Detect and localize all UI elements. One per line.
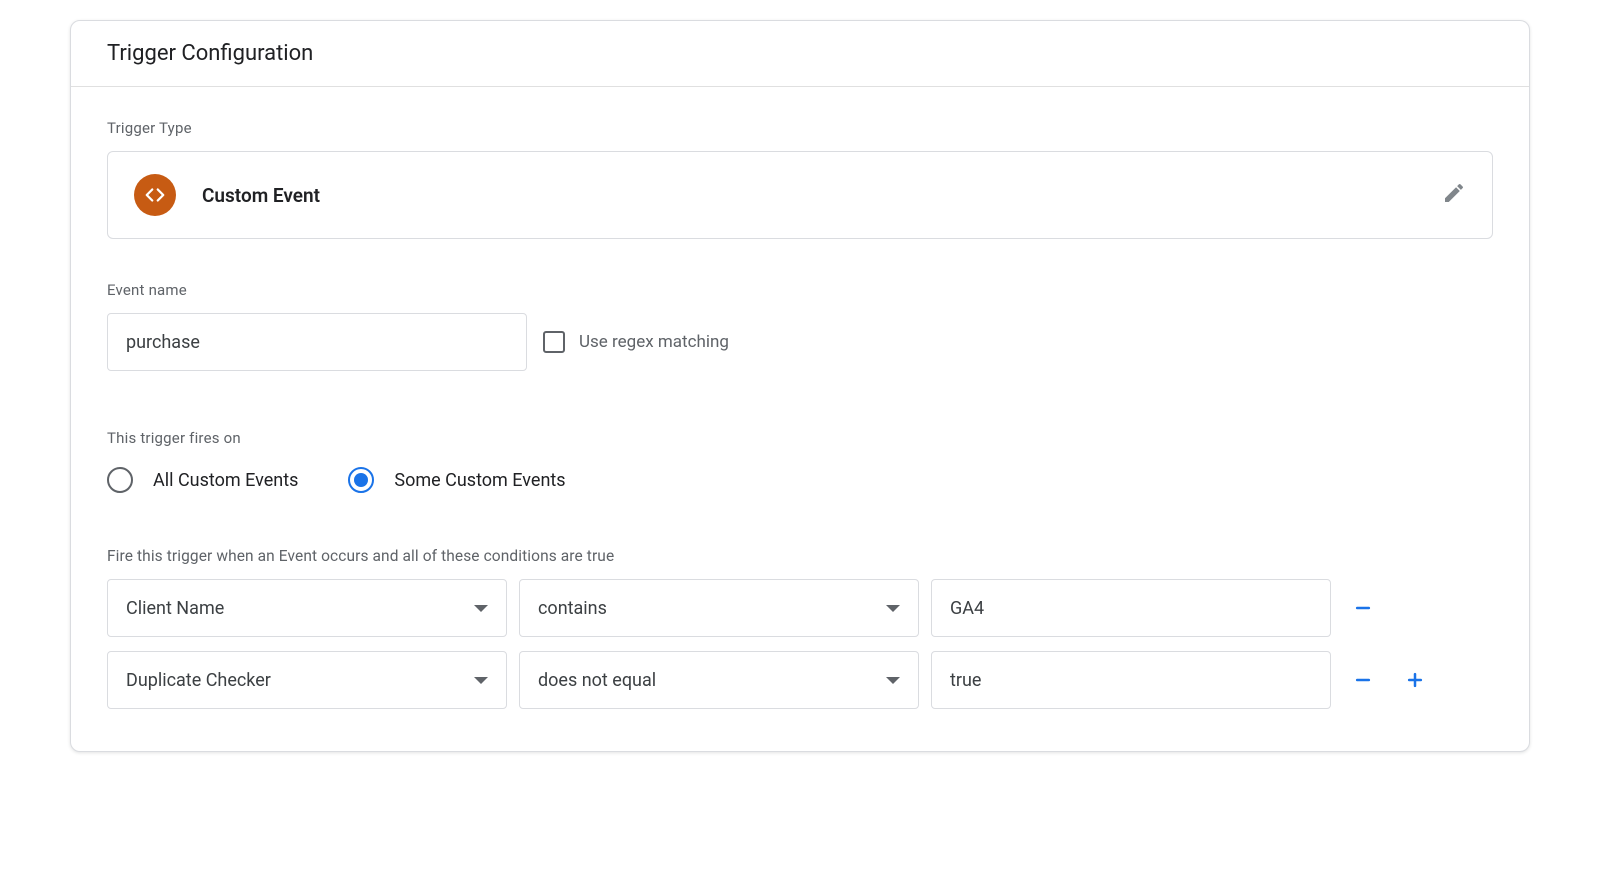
- radio-label: All Custom Events: [153, 470, 298, 491]
- checkbox-box-icon: [543, 331, 565, 353]
- radio-some-custom-events[interactable]: Some Custom Events: [348, 467, 565, 493]
- regex-checkbox-label: Use regex matching: [579, 332, 729, 352]
- trigger-type-info: Custom Event: [134, 174, 320, 216]
- condition-row: Client Name contains: [107, 579, 1493, 637]
- fires-on-label: This trigger fires on: [107, 429, 1493, 447]
- condition-value-input[interactable]: [931, 651, 1331, 709]
- condition-row: Duplicate Checker does not equal: [107, 651, 1493, 709]
- select-value: Duplicate Checker: [126, 670, 271, 691]
- radio-icon: [348, 467, 374, 493]
- condition-operator-select[interactable]: contains: [519, 579, 919, 637]
- card-header: Trigger Configuration: [71, 21, 1529, 87]
- code-icon: [134, 174, 176, 216]
- add-condition-button[interactable]: [1395, 670, 1435, 690]
- event-name-label: Event name: [107, 281, 1493, 299]
- condition-variable-select[interactable]: Client Name: [107, 579, 507, 637]
- edit-icon[interactable]: [1442, 181, 1466, 209]
- trigger-type-name: Custom Event: [202, 184, 320, 207]
- condition-value-input[interactable]: [931, 579, 1331, 637]
- select-value: does not equal: [538, 670, 656, 691]
- remove-condition-button[interactable]: [1343, 598, 1383, 618]
- select-value: contains: [538, 598, 607, 619]
- card-body: Trigger Type Custom Event Event name: [71, 87, 1529, 751]
- radio-icon: [107, 467, 133, 493]
- chevron-down-icon: [474, 677, 488, 684]
- trigger-config-card: Trigger Configuration Trigger Type Custo…: [70, 20, 1530, 752]
- trigger-type-selector[interactable]: Custom Event: [107, 151, 1493, 239]
- radio-all-custom-events[interactable]: All Custom Events: [107, 467, 298, 493]
- radio-label: Some Custom Events: [394, 470, 565, 491]
- event-name-row: Use regex matching: [107, 313, 1493, 371]
- fires-on-radio-group: All Custom Events Some Custom Events: [107, 467, 1493, 493]
- select-value: Client Name: [126, 598, 224, 619]
- card-title: Trigger Configuration: [107, 41, 1493, 66]
- event-name-input[interactable]: [107, 313, 527, 371]
- chevron-down-icon: [886, 605, 900, 612]
- chevron-down-icon: [474, 605, 488, 612]
- trigger-type-label: Trigger Type: [107, 119, 1493, 137]
- condition-variable-select[interactable]: Duplicate Checker: [107, 651, 507, 709]
- condition-operator-select[interactable]: does not equal: [519, 651, 919, 709]
- conditions-label: Fire this trigger when an Event occurs a…: [107, 547, 1493, 565]
- remove-condition-button[interactable]: [1343, 670, 1383, 690]
- regex-checkbox[interactable]: Use regex matching: [543, 331, 729, 353]
- chevron-down-icon: [886, 677, 900, 684]
